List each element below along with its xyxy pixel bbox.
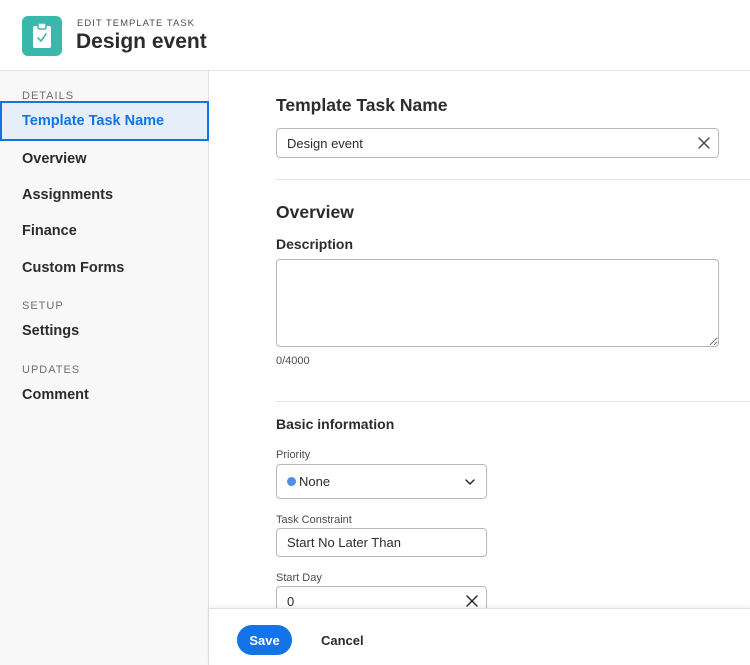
template-task-name-heading: Template Task Name <box>276 95 448 115</box>
section-divider <box>276 401 750 402</box>
description-char-counter: 0/4000 <box>276 355 310 367</box>
start-day-input[interactable] <box>276 586 487 608</box>
save-button[interactable]: Save <box>237 625 292 655</box>
task-name-input[interactable] <box>276 128 719 158</box>
priority-status-dot <box>287 477 296 486</box>
main-content: Template Task Name Overview Description … <box>209 71 750 608</box>
sidebar-section-updates: UPDATES <box>22 364 81 376</box>
sidebar-item-settings[interactable]: Settings <box>22 323 79 339</box>
clipboard-check-icon <box>22 16 62 56</box>
page-title: Design event <box>76 30 207 53</box>
basic-information-heading: Basic information <box>276 416 395 432</box>
section-divider <box>276 179 750 180</box>
start-day-label: Start Day <box>276 572 322 584</box>
task-constraint-input[interactable] <box>276 528 487 557</box>
priority-select[interactable]: None <box>276 464 487 499</box>
sidebar-nav: DETAILS Template Task Name Overview Assi… <box>0 71 209 665</box>
overview-heading: Overview <box>276 202 354 222</box>
task-constraint-label: Task Constraint <box>276 514 352 526</box>
sidebar-item-comment[interactable]: Comment <box>22 387 89 403</box>
priority-label: Priority <box>276 449 311 461</box>
chevron-down-icon <box>465 479 475 485</box>
form-footer: Save Cancel <box>209 608 750 665</box>
sidebar-section-setup: SETUP <box>22 300 64 312</box>
page-header: EDIT TEMPLATE TASK Design event <box>0 0 750 71</box>
clear-start-day-icon[interactable] <box>464 593 480 608</box>
description-label: Description <box>276 236 354 252</box>
sidebar-item-custom-forms[interactable]: Custom Forms <box>22 260 124 276</box>
sidebar-item-finance[interactable]: Finance <box>22 223 77 239</box>
priority-value: None <box>299 474 331 489</box>
header-eyebrow: EDIT TEMPLATE TASK <box>77 18 195 29</box>
sidebar-item-assignments[interactable]: Assignments <box>22 187 113 203</box>
sidebar-item-overview[interactable]: Overview <box>22 151 87 167</box>
clear-name-icon[interactable] <box>696 135 712 151</box>
sidebar-item-template-task-name[interactable]: Template Task Name <box>0 101 209 141</box>
description-textarea[interactable] <box>276 259 719 347</box>
cancel-button[interactable]: Cancel <box>313 625 372 655</box>
